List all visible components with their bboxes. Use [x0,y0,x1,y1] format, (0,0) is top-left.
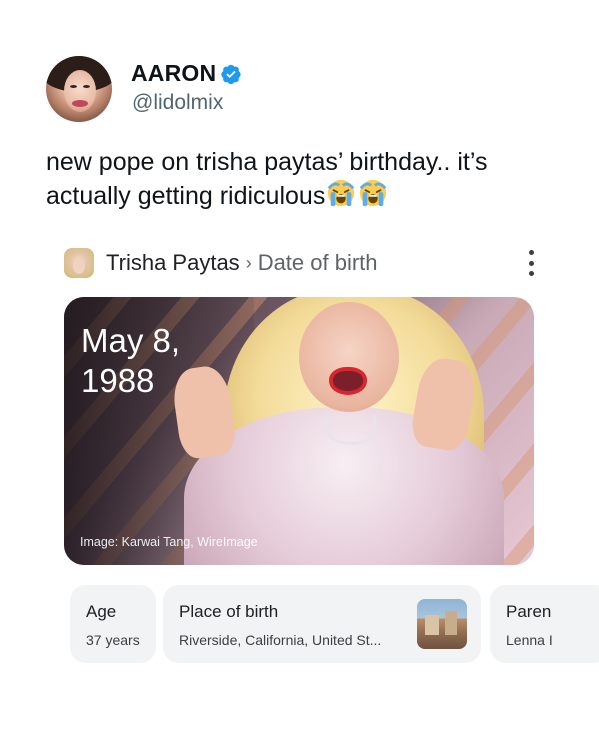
fact-label: Place of birth [179,602,279,621]
more-options-icon[interactable] [526,250,536,276]
place-thumbnail [417,599,467,649]
user-avatar[interactable] [46,56,112,122]
card-header[interactable]: Trisha Paytas › Date of birth [64,248,378,278]
fact-chip-age[interactable]: Age 37 years [70,585,156,663]
tweet-text: new pope on trisha paytas’ birthday.. it… [46,146,566,212]
birth-date: May 8, 1988 [81,321,180,401]
birth-date-line-2: 1988 [81,362,155,399]
attribute-title: Date of birth [257,250,378,275]
fact-value: 37 years [86,632,140,648]
entity-thumbnail [64,248,94,278]
verified-badge-icon [221,64,241,84]
birth-date-line-1: May 8, [81,322,181,359]
crying-face-emoji-icon [360,179,387,207]
fact-label: Paren [506,602,552,621]
fact-value: Riverside, California, United St... [179,632,382,648]
hero-image[interactable]: May 8, 1988 Image: Karwai Tang, WireImag… [64,297,534,565]
emoji-group [326,178,388,208]
fact-label: Age [86,602,117,621]
breadcrumb-separator: › [245,252,252,273]
tweet-body: new pope on trisha paytas’ birthday.. it… [46,148,488,210]
fact-value: Lenna I [506,632,553,648]
author-name-row: AARON [131,60,242,87]
display-name[interactable]: AARON [131,60,216,87]
entity-title[interactable]: Trisha Paytas [106,250,240,276]
crying-face-emoji-icon [328,179,355,207]
fact-chip-parents[interactable]: Paren Lenna I [490,585,599,663]
fact-chip-place-of-birth[interactable]: Place of birth Riverside, California, Un… [163,585,481,663]
image-credit: Image: Karwai Tang, WireImage [80,535,258,549]
user-handle[interactable]: @lidolmix [132,91,223,115]
